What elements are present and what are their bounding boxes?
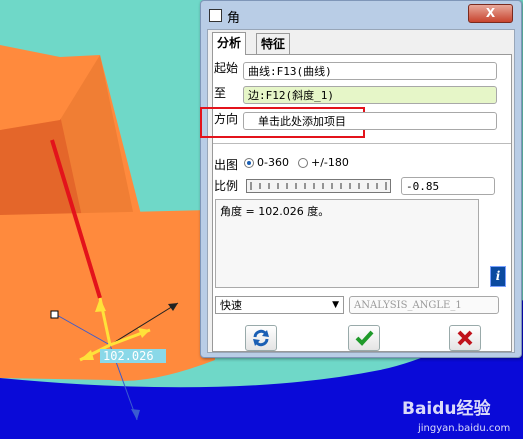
info-icon[interactable]: i bbox=[490, 266, 506, 287]
window-icon bbox=[209, 9, 222, 22]
angle-dialog: 角 X 分析 特征 起始 曲线:F13(曲线) 至 边:F12(斜度_1) 方向… bbox=[200, 0, 522, 358]
mode-select-value: 快速 bbox=[220, 299, 242, 312]
radio-0-360-label: 0-360 bbox=[257, 156, 289, 169]
tab-analysis[interactable]: 分析 bbox=[212, 32, 247, 55]
radio-plus-minus-180[interactable] bbox=[298, 158, 308, 168]
dialog-body: 分析 特征 起始 曲线:F13(曲线) 至 边:F12(斜度_1) 方向 单击此… bbox=[200, 29, 515, 353]
mode-select[interactable]: 快速 ▼ bbox=[215, 296, 344, 314]
ratio-field[interactable]: -0.85 bbox=[401, 177, 495, 195]
dialog-titlebar[interactable]: 角 X bbox=[201, 1, 521, 29]
ratio-label: 比例 bbox=[214, 179, 239, 193]
dialog-title: 角 bbox=[227, 11, 241, 26]
direction-field[interactable]: 单击此处添加项目 bbox=[243, 112, 497, 130]
to-label: 至 bbox=[214, 86, 227, 100]
start-field[interactable]: 曲线:F13(曲线) bbox=[243, 62, 497, 80]
analysis-name-field[interactable]: ANALYSIS_ANGLE_1 bbox=[349, 296, 499, 314]
chevron-down-icon: ▼ bbox=[332, 300, 339, 310]
radio-0-360[interactable] bbox=[244, 158, 254, 168]
cancel-button[interactable] bbox=[449, 325, 481, 351]
ratio-slider[interactable] bbox=[246, 179, 391, 193]
start-label: 起始 bbox=[214, 61, 239, 75]
repeat-icon bbox=[253, 329, 269, 347]
ok-button[interactable] bbox=[348, 325, 380, 351]
analysis-panel: 起始 曲线:F13(曲线) 至 边:F12(斜度_1) 方向 单击此处添加项目 … bbox=[200, 54, 512, 352]
checkmark-icon bbox=[355, 330, 374, 346]
output-label: 出图 bbox=[214, 158, 239, 172]
result-area: 角度 = 102.026 度。 bbox=[215, 199, 479, 288]
measure-label: 102.026 bbox=[103, 349, 154, 363]
to-field[interactable]: 边:F12(斜度_1) bbox=[243, 86, 497, 104]
repeat-button[interactable] bbox=[245, 325, 277, 351]
close-button[interactable]: X bbox=[468, 4, 513, 23]
radio-plus-minus-180-label: +/-180 bbox=[311, 156, 349, 169]
slider-ticks bbox=[250, 182, 387, 190]
close-icon bbox=[457, 330, 473, 346]
watermark-brand: Baidu经验 bbox=[402, 398, 492, 419]
result-text: 角度 = 102.026 度。 bbox=[220, 205, 330, 218]
watermark-url: jingyan.baidu.com bbox=[417, 423, 510, 434]
separator bbox=[213, 143, 511, 144]
tab-feature[interactable]: 特征 bbox=[256, 33, 291, 54]
